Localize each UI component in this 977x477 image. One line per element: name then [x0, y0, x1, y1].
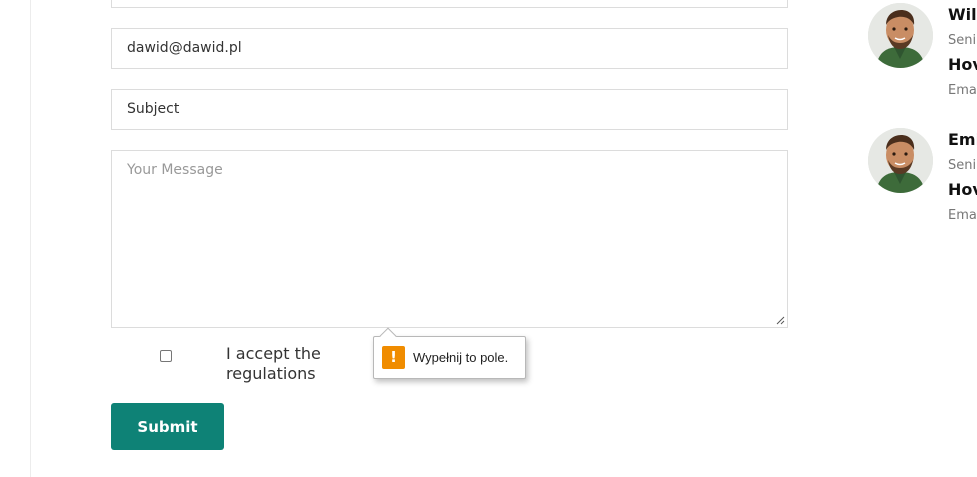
profile-headline: Hov — [948, 180, 977, 199]
validation-tooltip: ! Wypełnij to pole. — [373, 327, 526, 379]
avatar — [868, 3, 933, 68]
message-textarea[interactable]: Your Message — [111, 150, 788, 328]
sidebar-profile-card[interactable]: Emi Seni Hov Ema — [868, 128, 977, 228]
subject-field-value: Subject — [127, 101, 180, 117]
sidebar-profile-card[interactable]: Wil Seni Hov Ema — [868, 3, 977, 103]
name-field[interactable] — [111, 0, 788, 8]
profile-role: Seni — [948, 33, 977, 48]
page-left-divider — [30, 0, 31, 477]
message-placeholder: Your Message — [127, 162, 223, 178]
warning-icon: ! — [382, 346, 405, 369]
person-avatar-icon — [868, 128, 933, 193]
subject-field[interactable]: Subject — [111, 89, 788, 130]
validation-message: Wypełnij to pole. — [413, 350, 509, 365]
profile-headline: Hov — [948, 55, 977, 74]
person-avatar-icon — [868, 3, 933, 68]
email-field-value: dawid@dawid.pl — [127, 40, 242, 56]
accept-regulations-checkbox[interactable] — [160, 350, 172, 362]
submit-button[interactable]: Submit — [111, 403, 224, 450]
profile-role: Seni — [948, 158, 977, 173]
profile-email: Ema — [948, 208, 977, 223]
profile-name: Wil — [948, 5, 977, 24]
email-field[interactable]: dawid@dawid.pl — [111, 28, 788, 69]
profile-name: Emi — [948, 130, 977, 149]
accept-regulations-label: I accept the regulations — [226, 344, 321, 383]
tooltip-arrow — [379, 327, 397, 345]
avatar — [868, 128, 933, 193]
resize-grip-icon[interactable] — [776, 316, 785, 325]
profile-email: Ema — [948, 83, 977, 98]
